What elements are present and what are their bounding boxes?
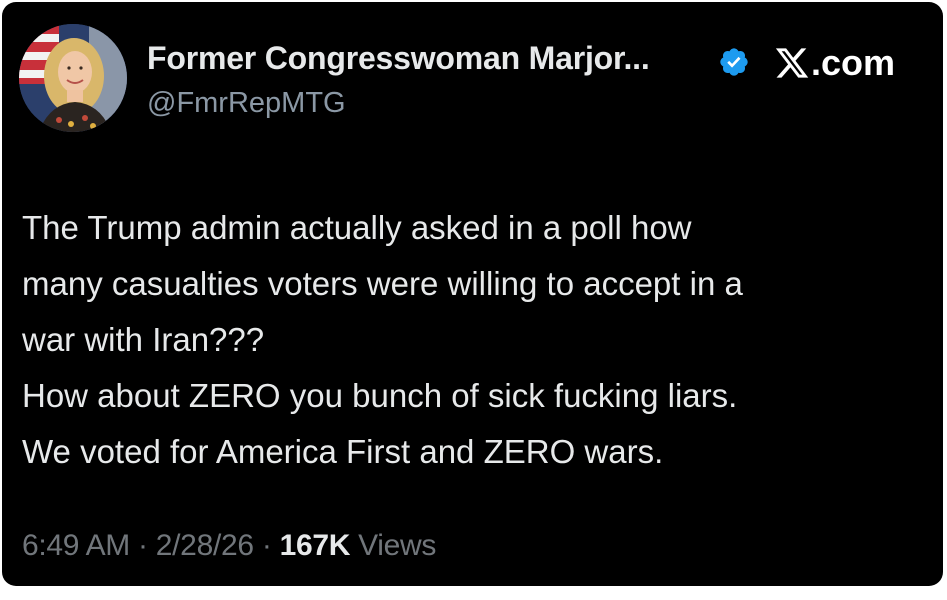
tweet-time[interactable]: 6:49 AM [22,529,130,562]
x-brand: .com [774,40,895,86]
author-display-name[interactable]: Former Congresswoman Marjor... [147,40,650,77]
x-logo-icon [775,48,809,78]
tweet-date[interactable]: 2/28/26 [156,529,254,562]
views-count[interactable]: 167K [280,529,351,562]
tweet-text-line: We voted for America First and ZERO wars… [22,433,664,470]
avatar[interactable] [19,24,127,132]
tweet-text-line: The Trump admin actually asked in a poll… [22,209,692,246]
tweet-metadata: 6:49 AM · 2/28/26 · 167K Views [22,529,436,563]
tweet-text-line: How about ZERO you bunch of sick fucking… [22,377,738,414]
verified-badge-icon [718,46,750,78]
tweet-text-line: war with Iran??? [22,321,265,358]
tweet-text-line: many casualties voters were willing to a… [22,265,743,302]
profile-photo [19,24,127,132]
meta-separator: · [138,529,148,562]
meta-separator: · [261,529,272,562]
brand-domain: .com [811,42,896,83]
author-handle[interactable]: @FmrRepMTG [147,87,346,120]
views-label: Views [358,529,437,562]
tweet-card: Former Congresswoman Marjor... .com @Fmr… [2,2,943,586]
tweet-text: The Trump admin actually asked in a poll… [22,200,927,480]
